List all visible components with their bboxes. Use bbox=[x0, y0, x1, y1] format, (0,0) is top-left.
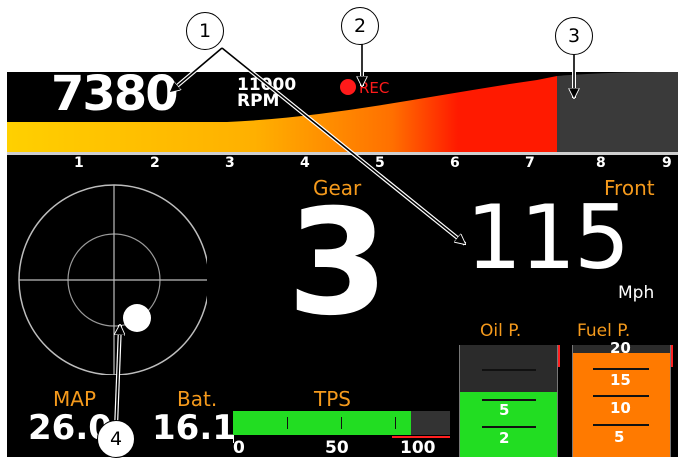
callout-1: 1 bbox=[186, 12, 224, 50]
callout-3: 3 bbox=[555, 17, 593, 55]
callout-4: 4 bbox=[97, 420, 135, 458]
callout-2: 2 bbox=[341, 7, 379, 45]
annotation-arrows bbox=[114, 43, 678, 429]
